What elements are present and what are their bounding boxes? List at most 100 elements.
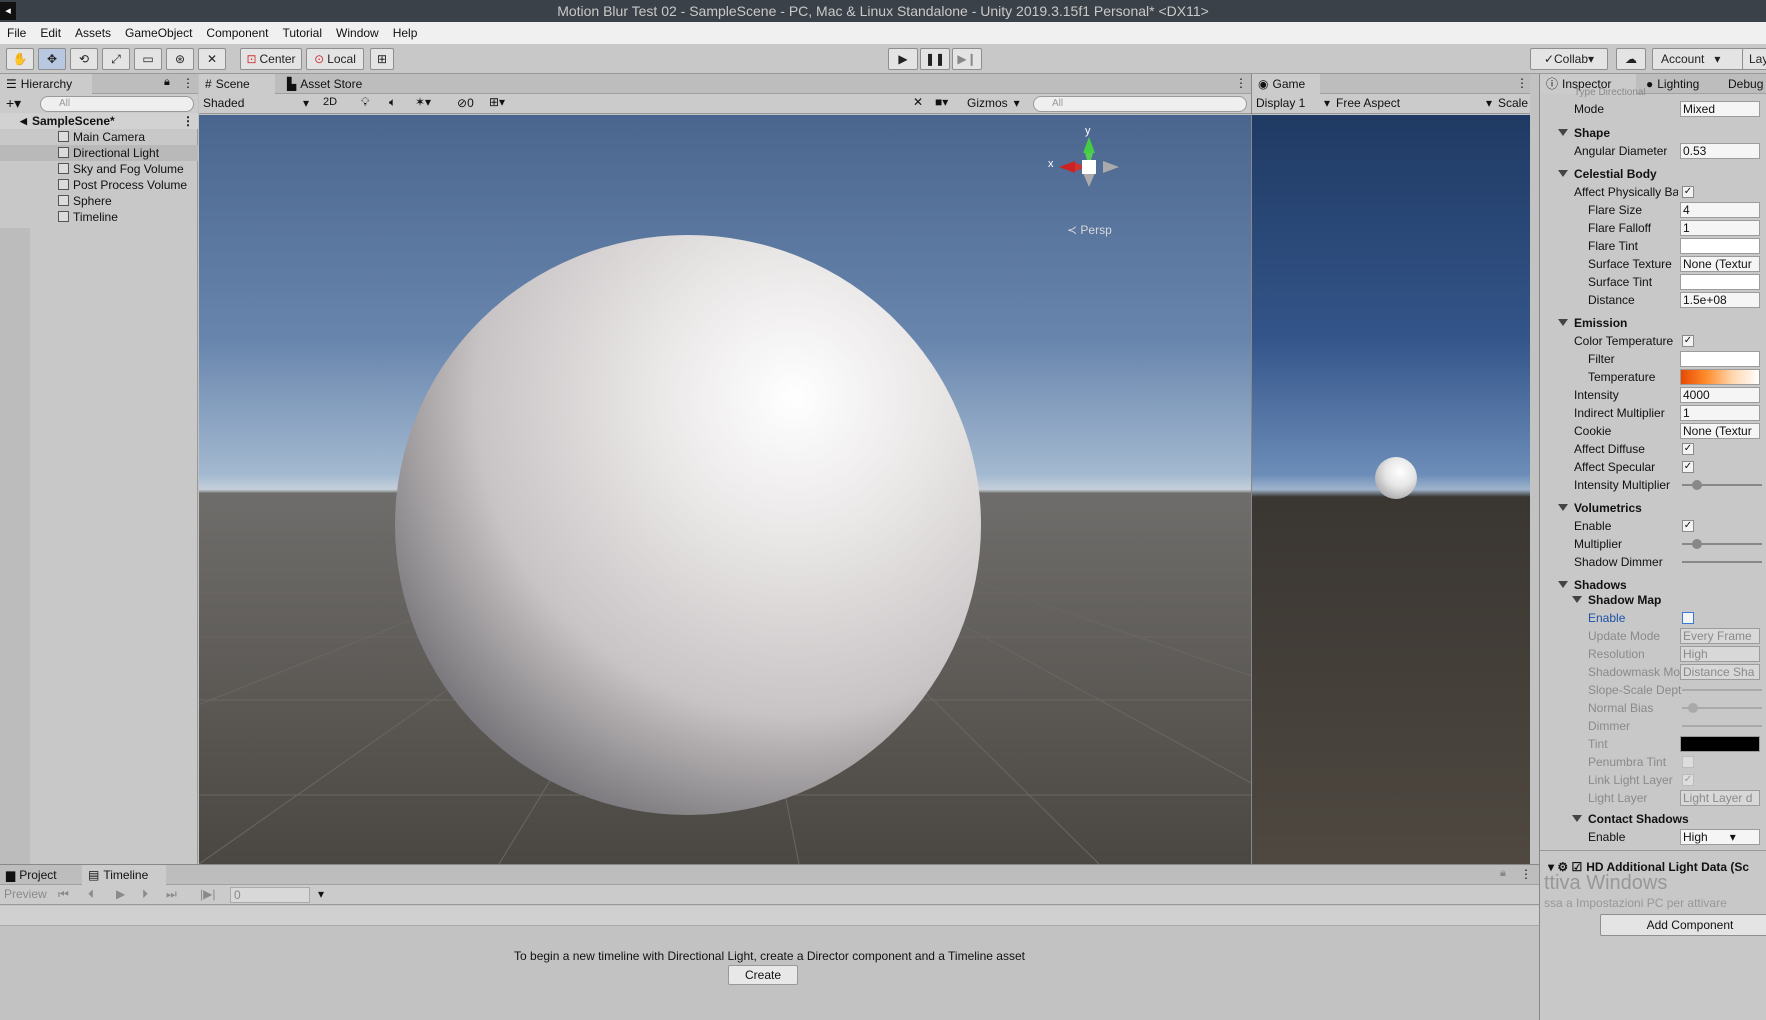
- tab-asset-store[interactable]: ▙ Asset Store: [281, 74, 381, 94]
- menu-tutorial[interactable]: Tutorial: [275, 22, 329, 44]
- menu-edit[interactable]: Edit: [33, 22, 68, 44]
- rect-tool-icon[interactable]: ▭: [134, 48, 162, 70]
- frame-field[interactable]: 0: [230, 887, 310, 903]
- play-range-icon[interactable]: |▶|: [200, 887, 215, 901]
- transform-tool-icon[interactable]: ⊛: [166, 48, 194, 70]
- cookie-field[interactable]: None (Textur: [1680, 423, 1760, 439]
- penumbra-tint-checkbox[interactable]: [1682, 756, 1694, 768]
- volumetrics-enable-checkbox[interactable]: ✓: [1682, 520, 1694, 532]
- intensity-field[interactable]: 4000: [1680, 387, 1760, 403]
- update-mode-dropdown[interactable]: Every Frame: [1680, 628, 1760, 644]
- resolution-dropdown[interactable]: High: [1680, 646, 1760, 662]
- tab-game[interactable]: ◉ Game: [1252, 74, 1320, 94]
- section-shadow-map[interactable]: Shadow Map: [1540, 591, 1740, 609]
- next-frame-icon[interactable]: ⏵: [142, 887, 148, 902]
- custom-tool-icon[interactable]: ✕: [198, 48, 226, 70]
- section-volumetrics[interactable]: Volumetrics: [1540, 499, 1740, 517]
- pause-button[interactable]: ❚❚: [920, 48, 950, 70]
- hierarchy-item-sphere[interactable]: Sphere: [0, 193, 198, 209]
- flare-tint-color[interactable]: [1680, 238, 1760, 254]
- hidden-objects-count[interactable]: ⊘0: [457, 96, 474, 110]
- hierarchy-item-sky-fog-volume[interactable]: Sky and Fog Volume: [0, 161, 198, 177]
- tab-project[interactable]: ▆ Project: [0, 865, 80, 885]
- game-viewport[interactable]: [1252, 115, 1530, 864]
- menu-assets[interactable]: Assets: [68, 22, 118, 44]
- hierarchy-search-input[interactable]: All: [40, 96, 194, 112]
- grid-snap-icon[interactable]: ⊞: [370, 48, 394, 70]
- menu-dots-icon[interactable]: ⋮: [182, 76, 194, 90]
- affect-physically-checkbox[interactable]: ✓: [1682, 186, 1694, 198]
- go-first-frame-icon[interactable]: ⏮: [58, 887, 69, 902]
- menu-dots-icon[interactable]: ⋮: [1516, 76, 1528, 90]
- shadowmask-mode-dropdown[interactable]: Distance Sha: [1680, 664, 1760, 680]
- surface-tint-color[interactable]: [1680, 274, 1760, 290]
- slope-scale-slider[interactable]: [1682, 689, 1762, 691]
- dimmer-slider[interactable]: [1682, 725, 1762, 727]
- angular-diameter-field[interactable]: 0.53: [1680, 143, 1760, 159]
- grid-toggle-icon[interactable]: ⊞▾: [489, 95, 505, 109]
- section-celestial-body[interactable]: Celestial Body: [1540, 165, 1740, 183]
- tint-color[interactable]: [1680, 736, 1760, 752]
- rotate-tool-icon[interactable]: ⟲: [70, 48, 98, 70]
- surface-texture-field[interactable]: None (Textur: [1680, 256, 1760, 272]
- camera-icon[interactable]: ■▾: [935, 95, 948, 109]
- hierarchy-item-directional-light[interactable]: Directional Light: [0, 145, 198, 161]
- timeline-options-icon[interactable]: ▾: [318, 887, 324, 901]
- link-light-layer-checkbox[interactable]: ✓: [1682, 774, 1694, 786]
- section-contact-shadows[interactable]: Contact Shadows: [1540, 810, 1740, 828]
- display-dropdown[interactable]: Display 1 ▾: [1256, 96, 1334, 110]
- tools-icon[interactable]: ✕: [913, 95, 923, 109]
- menu-component[interactable]: Component: [199, 22, 275, 44]
- timeline-play-icon[interactable]: ▶: [116, 887, 125, 901]
- pivot-center-button[interactable]: ⊡ Center: [240, 48, 302, 70]
- menu-file[interactable]: File: [0, 22, 33, 44]
- menu-gameobject[interactable]: GameObject: [118, 22, 199, 44]
- gizmos-dropdown[interactable]: Gizmos ▾: [967, 96, 1027, 110]
- tab-timeline[interactable]: ▤ Timeline: [82, 865, 166, 885]
- lock-icon[interactable]: 🔒︎: [1500, 867, 1506, 880]
- preview-button[interactable]: Preview: [4, 887, 47, 901]
- scale-label[interactable]: Scale: [1498, 96, 1530, 110]
- mode-dropdown[interactable]: Mixed: [1680, 101, 1760, 117]
- flare-falloff-field[interactable]: 1: [1680, 220, 1760, 236]
- 2d-toggle[interactable]: 2D: [323, 96, 347, 108]
- menu-window[interactable]: Window: [329, 22, 386, 44]
- temperature-slider[interactable]: [1680, 369, 1760, 385]
- go-last-frame-icon[interactable]: ⏭: [166, 887, 177, 902]
- lock-icon[interactable]: 🔒︎: [164, 76, 170, 89]
- hierarchy-item-post-process-volume[interactable]: Post Process Volume: [0, 177, 198, 193]
- move-tool-icon[interactable]: ✥: [38, 48, 66, 70]
- affect-diffuse-checkbox[interactable]: ✓: [1682, 443, 1694, 455]
- tab-hierarchy[interactable]: ☰ Hierarchy: [0, 74, 92, 94]
- volumetrics-multiplier-slider[interactable]: [1682, 539, 1762, 549]
- distance-field[interactable]: 1.5e+08: [1680, 292, 1760, 308]
- affect-specular-checkbox[interactable]: ✓: [1682, 461, 1694, 473]
- shadow-dimmer-slider[interactable]: [1682, 561, 1762, 563]
- audio-toggle-icon[interactable]: 🔈︎: [389, 95, 396, 110]
- indirect-multiplier-field[interactable]: 1: [1680, 405, 1760, 421]
- play-button[interactable]: ▶: [888, 48, 918, 70]
- scene-viewport[interactable]: x y ≺ Persp: [199, 115, 1251, 864]
- color-temperature-checkbox[interactable]: ✓: [1682, 335, 1694, 347]
- shading-mode-dropdown[interactable]: Shaded ▾: [203, 96, 315, 112]
- effects-toggle-icon[interactable]: ✶▾: [415, 95, 431, 109]
- cloud-icon[interactable]: ☁: [1616, 48, 1646, 70]
- section-emission[interactable]: Emission: [1540, 314, 1740, 332]
- flare-size-field[interactable]: 4: [1680, 202, 1760, 218]
- step-button[interactable]: ▶❙: [952, 48, 982, 70]
- hand-tool-icon[interactable]: ✋: [6, 48, 34, 70]
- previous-frame-icon[interactable]: ⏴: [88, 887, 94, 902]
- add-component-button[interactable]: Add Component: [1600, 914, 1766, 936]
- menu-dots-icon[interactable]: ⋮: [1520, 867, 1532, 881]
- sphere-object[interactable]: [395, 235, 981, 815]
- filter-color[interactable]: [1680, 351, 1760, 367]
- contact-enable-dropdown[interactable]: High ▾: [1680, 829, 1760, 845]
- menu-dots-icon[interactable]: ⋮: [1235, 76, 1247, 90]
- aspect-dropdown[interactable]: Free Aspect ▾: [1336, 96, 1496, 110]
- account-button[interactable]: Account ▾: [1652, 48, 1744, 70]
- lighting-toggle-icon[interactable]: 💡︎: [361, 95, 369, 110]
- menu-help[interactable]: Help: [386, 22, 425, 44]
- collab-button[interactable]: ✓ Collab ▾: [1530, 48, 1608, 70]
- tab-scene[interactable]: # Scene: [199, 74, 275, 94]
- create-timeline-button[interactable]: Create: [728, 965, 798, 985]
